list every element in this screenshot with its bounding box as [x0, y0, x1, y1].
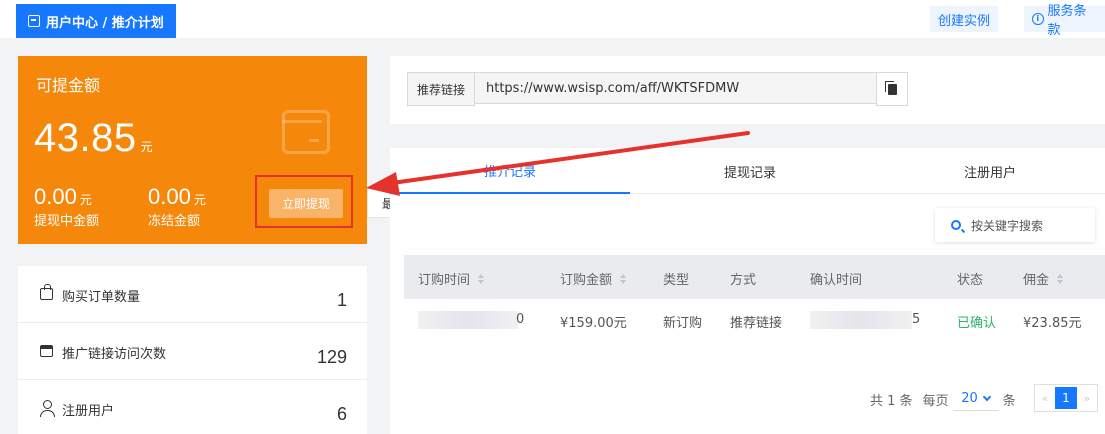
- copy-button[interactable]: [876, 72, 908, 106]
- pagination-nav: « 1 »: [1034, 384, 1098, 412]
- pending-amount: 0.00: [34, 184, 77, 209]
- stat-value: 1: [336, 290, 347, 310]
- next-page-button[interactable]: »: [1081, 392, 1093, 405]
- stat-label: 推广链接访问次数: [62, 347, 167, 362]
- copy-icon: [885, 81, 897, 95]
- frozen-block: 0.00 元 冻结金额: [148, 184, 206, 229]
- frozen-unit: 元: [193, 193, 206, 207]
- balance-title: 可提金额: [36, 76, 101, 95]
- balance-unit: 元: [140, 140, 154, 154]
- tab-referral-records[interactable]: 推介记录: [390, 148, 630, 194]
- stats-list: 购买订单数量 1 推广链接访问次数 129 注册用户 6: [18, 266, 367, 434]
- commission-value: ¥23.85元: [1023, 316, 1082, 331]
- pending-label: 提现中金额: [34, 214, 100, 229]
- shopping-bag-icon: [40, 284, 53, 300]
- table-row: 0 ¥159.00元 新订购 推荐链接 5 已确认 ¥23.85元: [404, 299, 1105, 343]
- order-amount: ¥159.00元: [560, 316, 627, 331]
- sort-icon: [478, 273, 485, 284]
- stat-label: 购买订单数量: [62, 290, 141, 305]
- create-instance-link[interactable]: 创建实例: [930, 6, 999, 32]
- info-icon: i: [1032, 13, 1044, 25]
- stat-registrations: 注册用户 6: [18, 380, 367, 434]
- order-time-tail: 0: [516, 312, 525, 327]
- col-commission[interactable]: 佣金: [1023, 269, 1064, 288]
- referral-link-card: 推荐链接 https://www.wsisp.com/aff/WKTSFDMW: [390, 56, 1105, 124]
- balance-amount-row: 43.85 元: [34, 116, 153, 161]
- col-label: 订购金额: [560, 273, 613, 288]
- frozen-label: 冻结金额: [148, 214, 201, 229]
- total-count: 共 1 条: [870, 393, 913, 409]
- per-page-value: 20: [961, 391, 978, 406]
- col-label: 确认时间: [810, 273, 863, 288]
- stat-visits: 推广链接访问次数 129: [18, 323, 367, 380]
- col-label: 状态: [957, 273, 984, 288]
- order-type: 新订购: [663, 316, 703, 331]
- pending-unit: 元: [79, 193, 92, 207]
- user-icon: [40, 400, 55, 417]
- sort-icon: [620, 273, 627, 284]
- login-icon: [28, 15, 40, 27]
- stat-value: 129: [316, 347, 347, 367]
- prev-page-button[interactable]: «: [1039, 392, 1051, 405]
- col-confirm-time: 确认时间: [810, 269, 862, 288]
- wallet-icon: [282, 110, 330, 154]
- col-label: 方式: [730, 273, 757, 288]
- col-method: 方式: [730, 269, 756, 288]
- breadcrumb[interactable]: 用户中心 / 推介计划: [16, 4, 176, 38]
- per-page-suffix: 条: [1002, 393, 1016, 409]
- search-icon: [951, 220, 961, 230]
- per-page-select[interactable]: 20: [952, 387, 999, 411]
- col-label: 类型: [663, 273, 690, 288]
- top-bar: 用户中心 / 推介计划 创建实例 i 服务条款: [0, 0, 1105, 38]
- search-input[interactable]: 按关键字搜索: [935, 208, 1095, 242]
- create-instance-label: 创建实例: [938, 13, 991, 29]
- terms-link[interactable]: i 服务条款: [1024, 4, 1105, 38]
- pagination-info: 共 1 条 每页 20 条: [870, 385, 1016, 413]
- confirm-time-tail: 5: [912, 312, 921, 327]
- search-placeholder: 按关键字搜索: [971, 218, 1044, 233]
- col-type: 类型: [663, 269, 689, 288]
- stat-value: 6: [336, 404, 347, 424]
- stat-label: 注册用户: [62, 404, 115, 419]
- referral-link-field[interactable]: https://www.wsisp.com/aff/WKTSFDMW: [475, 72, 877, 104]
- redacted-order-time: [418, 311, 518, 329]
- terms-label: 服务条款: [1047, 4, 1087, 38]
- breadcrumb-label: 用户中心 / 推介计划: [46, 15, 164, 31]
- records-panel: 推介记录 提现记录 注册用户 按关键字搜索 订购时间 订购金额 类型 方式 确认…: [390, 148, 1105, 434]
- redacted-confirm-time: [810, 311, 912, 329]
- col-amount[interactable]: 订购金额: [560, 269, 627, 288]
- col-order-time[interactable]: 订购时间: [418, 269, 485, 288]
- referral-link-label: 推荐链接: [407, 72, 475, 106]
- order-method: 推荐链接: [730, 316, 783, 331]
- balance-amount: 43.85: [34, 116, 137, 160]
- tab-withdraw-records[interactable]: 提现记录: [630, 148, 870, 194]
- col-label: 佣金: [1023, 273, 1050, 288]
- annotation-highlight-box: 立即提现: [255, 175, 353, 228]
- frozen-amount: 0.00: [148, 184, 191, 209]
- records-tabs: 推介记录 提现记录 注册用户: [390, 148, 1105, 194]
- col-status: 状态: [957, 269, 983, 288]
- per-page-label: 每页: [922, 393, 949, 409]
- page-1-button[interactable]: 1: [1055, 387, 1077, 409]
- withdraw-button[interactable]: 立即提现: [269, 189, 343, 218]
- table-header: 订购时间 订购金额 类型 方式 确认时间 状态 佣金: [404, 255, 1105, 299]
- stat-orders: 购买订单数量 1: [18, 266, 367, 323]
- calendar-icon: [40, 345, 53, 357]
- pending-block: 0.00 元 提现中金额: [34, 184, 99, 229]
- chevron-down-icon: [982, 392, 992, 402]
- col-label: 订购时间: [418, 273, 471, 288]
- tab-registered-users[interactable]: 注册用户: [870, 148, 1105, 194]
- sort-icon: [1057, 273, 1064, 284]
- status-badge: 已确认: [957, 316, 997, 331]
- balance-card: 可提金额 43.85 元 0.00 元 提现中金额 0.00 元 冻结金额 立即提现: [18, 56, 367, 244]
